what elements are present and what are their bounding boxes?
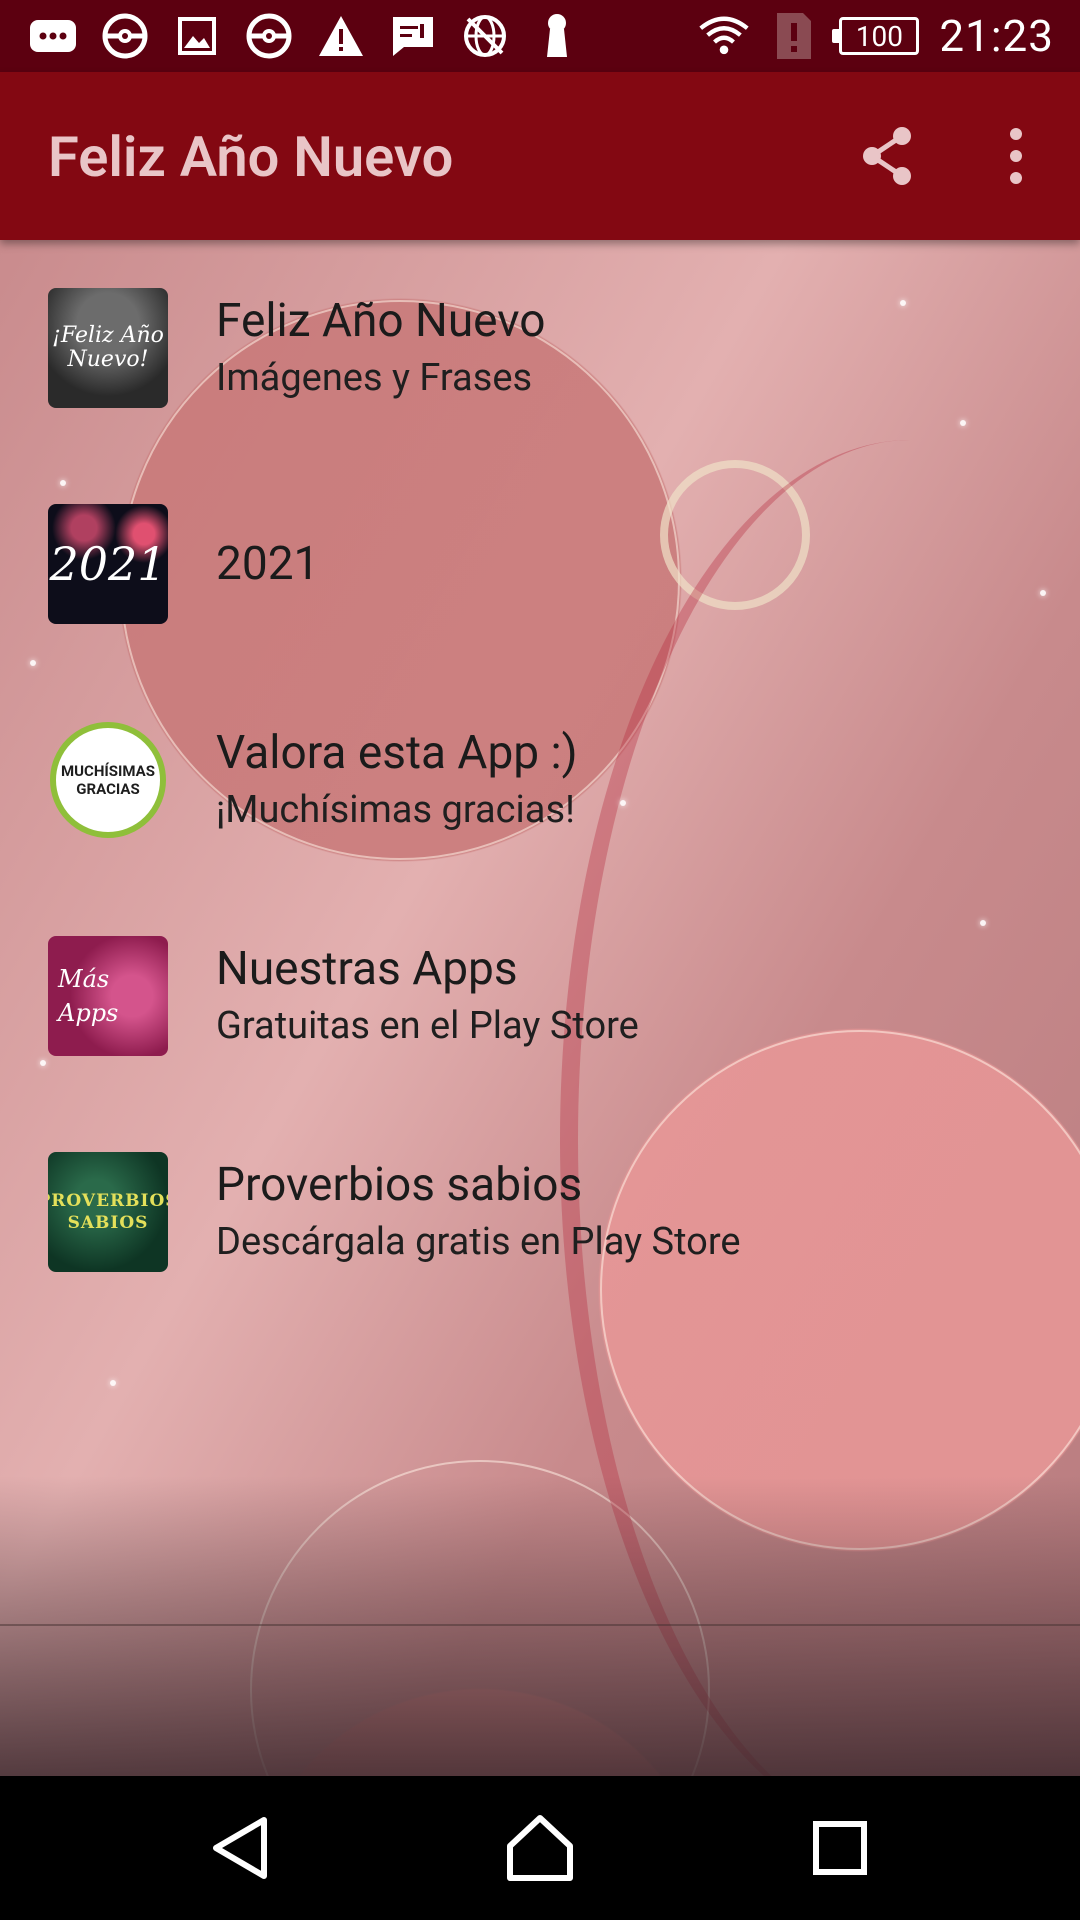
share-button[interactable] — [856, 124, 920, 188]
menu-item-text: 2021 — [216, 504, 319, 624]
globe-off-icon — [460, 12, 510, 60]
menu-item-subtitle: Gratuitas en el Play Store — [216, 1004, 639, 1048]
menu-item-text: Valora esta App :) ¡Muchísimas gracias! — [216, 720, 578, 840]
content-area: ¡Feliz Año Nuevo! Feliz Año Nuevo Imágen… — [0, 240, 1080, 1776]
menu-item-title: Valora esta App :) — [216, 726, 578, 780]
menu-item-text: Feliz Año Nuevo Imágenes y Frases — [216, 288, 545, 408]
feliz-ano-nuevo-thumbnail: ¡Feliz Año Nuevo! — [48, 288, 168, 408]
home-button[interactable] — [504, 1812, 576, 1884]
home-icon — [507, 1815, 573, 1881]
pokeball-icon-2 — [244, 12, 294, 60]
back-button[interactable] — [206, 1812, 278, 1884]
proverbios-thumbnail: PROVERBIOS SABIOS — [48, 1152, 168, 1272]
thumbnail-label: Más Apps — [58, 965, 119, 1027]
more-vert-icon — [1010, 128, 1022, 184]
app-bar: Feliz Año Nuevo — [0, 72, 1080, 240]
menu-item-rate-app[interactable]: MUCHÍSIMAS GRACIAS Valora esta App :) ¡M… — [0, 720, 1080, 936]
menu-item-title: Nuestras Apps — [216, 942, 518, 996]
menu-item-title: 2021 — [216, 537, 320, 591]
menu-item-title: Proverbios sabios — [216, 1158, 583, 1212]
pokeball-icon — [100, 12, 150, 60]
warning-icon — [316, 12, 366, 60]
image-icon — [172, 12, 222, 60]
menu-item-feliz-ano-nuevo[interactable]: ¡Feliz Año Nuevo! Feliz Año Nuevo Imágen… — [0, 288, 1080, 504]
2021-thumbnail: 2021 — [48, 504, 168, 624]
feedback-icon — [388, 12, 438, 60]
mas-apps-thumbnail: Más Apps — [48, 936, 168, 1056]
menu-item-title: Feliz Año Nuevo — [216, 294, 546, 348]
battery-level: 100 — [855, 19, 904, 53]
menu-item-proverbios[interactable]: PROVERBIOS SABIOS Proverbios sabios Desc… — [0, 1152, 1080, 1368]
overflow-menu-button[interactable] — [996, 124, 1036, 188]
notification-icons — [28, 12, 582, 60]
keyhole-icon — [532, 12, 582, 60]
no-sim-icon — [769, 12, 819, 60]
system-status: 100 21:23 — [699, 10, 1054, 62]
thumbnail-label: ¡Feliz Año Nuevo! — [52, 323, 164, 372]
menu-item-subtitle: Descárgala gratis en Play Store — [216, 1220, 741, 1264]
menu-item-text: Proverbios sabios Descárgala gratis en P… — [216, 1152, 741, 1272]
battery-icon: 100 — [832, 17, 920, 55]
clock: 21:23 — [939, 10, 1054, 62]
menu-list: ¡Feliz Año Nuevo! Feliz Año Nuevo Imágen… — [0, 240, 1080, 1368]
status-bar: 100 21:23 — [0, 0, 1080, 72]
sparkle-decoration — [110, 1380, 116, 1386]
menu-item-subtitle: Imágenes y Frases — [216, 356, 533, 400]
menu-item-subtitle: ¡Muchísimas gracias! — [216, 788, 575, 832]
gracias-thumbnail: MUCHÍSIMAS GRACIAS — [50, 722, 166, 838]
divider — [0, 1624, 1080, 1626]
menu-item-2021[interactable]: 2021 2021 — [0, 504, 1080, 720]
menu-item-our-apps[interactable]: Más Apps Nuestras Apps Gratuitas en el P… — [0, 936, 1080, 1152]
navigation-bar — [0, 1776, 1080, 1920]
thumbnail-label: 2021 — [49, 537, 167, 591]
thumbnail-label: MUCHÍSIMAS GRACIAS — [60, 762, 155, 798]
recent-apps-icon — [813, 1821, 867, 1875]
wifi-icon — [699, 12, 750, 60]
recent-apps-button[interactable] — [804, 1812, 876, 1884]
thumbnail-label: PROVERBIOS SABIOS — [48, 1191, 168, 1233]
back-icon — [213, 1817, 267, 1879]
messages-icon — [28, 12, 78, 60]
app-title: Feliz Año Nuevo — [48, 124, 454, 190]
menu-item-text: Nuestras Apps Gratuitas en el Play Store — [216, 936, 639, 1056]
bottom-fade — [0, 1476, 1080, 1776]
share-icon — [863, 127, 911, 185]
